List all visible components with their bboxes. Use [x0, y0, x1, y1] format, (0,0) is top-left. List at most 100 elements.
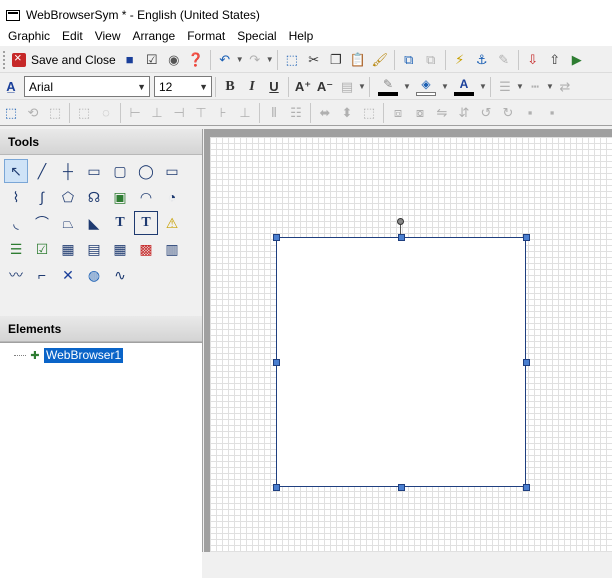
- chord-tool-icon[interactable]: ◟: [4, 211, 28, 235]
- resize-handle-middle-left[interactable]: [273, 359, 280, 366]
- pointer-tool-icon[interactable]: ↖: [4, 159, 28, 183]
- list-tool-icon[interactable]: ☰: [4, 237, 28, 261]
- rounded-rectangle-tool-icon[interactable]: ▢: [108, 159, 132, 183]
- tree-item-webbrowser1[interactable]: ✚ WebBrowser1: [0, 347, 202, 364]
- align-left-icon[interactable]: ⊢: [124, 102, 146, 124]
- same-height-icon[interactable]: ⬍: [336, 102, 358, 124]
- same-width-icon[interactable]: ⬌: [314, 102, 336, 124]
- undo-dropdown-icon[interactable]: ▼: [236, 55, 244, 64]
- italic-button[interactable]: I: [241, 76, 263, 98]
- zoom-select-icon[interactable]: ⬚: [44, 102, 66, 124]
- resize-handle-bottom-middle[interactable]: [398, 484, 405, 491]
- line-tool-icon[interactable]: ╱: [30, 159, 54, 183]
- text-tool-icon[interactable]: T: [108, 211, 132, 235]
- image-tool-icon[interactable]: ▣: [108, 185, 132, 209]
- align-middle-icon[interactable]: ⊦: [212, 102, 234, 124]
- export-icon[interactable]: ⇧: [544, 49, 566, 71]
- select-mode-icon[interactable]: ⬚: [0, 102, 22, 124]
- fill-color-button[interactable]: ◈: [411, 76, 441, 98]
- flip-vertical-icon[interactable]: ⇵: [453, 102, 475, 124]
- arc-tool-icon[interactable]: ◠: [134, 185, 158, 209]
- copy-icon[interactable]: ❐: [325, 49, 347, 71]
- cut-icon[interactable]: ✂: [303, 49, 325, 71]
- resize-handle-middle-right[interactable]: [523, 359, 530, 366]
- resize-handle-top-left[interactable]: [273, 234, 280, 241]
- button-tool-icon[interactable]: ▭: [160, 159, 184, 183]
- curve-tool-icon[interactable]: ∫: [30, 185, 54, 209]
- edit-points-icon[interactable]: ✎: [493, 49, 515, 71]
- more-tools-icon[interactable]: ▪: [519, 102, 541, 124]
- resize-handle-top-right[interactable]: [523, 234, 530, 241]
- bold-button[interactable]: B: [219, 76, 241, 98]
- font-style-icon[interactable]: A̲: [0, 76, 22, 98]
- import-icon[interactable]: ⇩: [522, 49, 544, 71]
- same-size-icon[interactable]: ⬚: [358, 102, 380, 124]
- grid-tool-icon[interactable]: ▩: [134, 237, 158, 261]
- menu-view[interactable]: View: [89, 27, 127, 46]
- align-right-icon[interactable]: ⊣: [168, 102, 190, 124]
- menu-special[interactable]: Special: [231, 27, 282, 46]
- text-box-tool-icon[interactable]: T: [134, 211, 158, 235]
- bring-to-front-icon[interactable]: ⧈: [387, 102, 409, 124]
- align-top-icon[interactable]: ⊤: [190, 102, 212, 124]
- menu-arrange[interactable]: Arrange: [127, 27, 182, 46]
- wave-tool-icon[interactable]: 〰: [4, 263, 28, 287]
- align-bottom-icon[interactable]: ⊥: [234, 102, 256, 124]
- toolbar-grip[interactable]: [2, 49, 6, 70]
- snap-icon[interactable]: ▪: [541, 102, 563, 124]
- save-and-close-button[interactable]: Save and Close: [9, 49, 119, 71]
- align-text-icon[interactable]: ▤: [336, 76, 358, 98]
- help-icon[interactable]: ❓: [185, 49, 207, 71]
- menu-help[interactable]: Help: [283, 27, 320, 46]
- rectangle-tool-icon[interactable]: ▭: [82, 159, 106, 183]
- group-shapes-icon[interactable]: ⬚: [73, 102, 95, 124]
- line-style-icon[interactable]: ┅: [524, 76, 546, 98]
- rotation-handle[interactable]: [397, 218, 404, 225]
- check-syntax-icon[interactable]: ☑: [141, 49, 163, 71]
- underline-button[interactable]: U: [263, 76, 285, 98]
- symbol-warning-tool-icon[interactable]: ⚠: [160, 211, 184, 235]
- ellipse-tool-icon[interactable]: ◯: [134, 159, 158, 183]
- sine-wave-tool-icon[interactable]: ∿: [108, 263, 132, 287]
- save-icon[interactable]: ■: [119, 49, 141, 71]
- distribute-vertical-icon[interactable]: ☷: [285, 102, 307, 124]
- web-browser-element[interactable]: [276, 237, 526, 487]
- resize-handle-top-middle[interactable]: [398, 234, 405, 241]
- pie-tool-icon[interactable]: ◔: [160, 185, 184, 209]
- value-tool-icon[interactable]: ▤: [82, 237, 106, 261]
- format-painter-icon[interactable]: 🖌: [369, 49, 391, 71]
- menu-graphic[interactable]: Graphic: [2, 27, 56, 46]
- drawing-canvas[interactable]: [210, 137, 612, 552]
- line-width-icon[interactable]: ☰: [494, 76, 516, 98]
- fill-color-dropdown-icon[interactable]: ▼: [441, 82, 449, 91]
- polyline-tool-icon[interactable]: ⌇: [4, 185, 28, 209]
- table-tool-icon[interactable]: ▦: [108, 237, 132, 261]
- rotate-icon[interactable]: ⟲: [22, 102, 44, 124]
- undo-icon[interactable]: ↶: [214, 49, 236, 71]
- tree-item-label[interactable]: WebBrowser1: [44, 348, 124, 363]
- legend-tool-icon[interactable]: ▥: [160, 237, 184, 261]
- redo-icon[interactable]: ↷: [244, 49, 266, 71]
- text-color-dropdown-icon[interactable]: ▼: [479, 82, 487, 91]
- flip-horizontal-icon[interactable]: ⇋: [431, 102, 453, 124]
- redo-dropdown-icon[interactable]: ▼: [266, 55, 274, 64]
- menu-format[interactable]: Format: [181, 27, 231, 46]
- ungroup-icon[interactable]: ⧉: [420, 49, 442, 71]
- font-name-combo[interactable]: Arial ▼: [24, 76, 150, 97]
- rotate-left-icon[interactable]: ↺: [475, 102, 497, 124]
- paste-icon[interactable]: 📋: [347, 49, 369, 71]
- anchor-icon[interactable]: ⚓: [471, 49, 493, 71]
- arrow-style-icon[interactable]: ⇄: [554, 76, 576, 98]
- send-to-back-icon[interactable]: ⧇: [409, 102, 431, 124]
- ungroup-shapes-icon[interactable]: ◌: [95, 102, 117, 124]
- rotate-right-icon[interactable]: ↻: [497, 102, 519, 124]
- crosshair-tool-icon[interactable]: ┼: [56, 159, 80, 183]
- line-width-dropdown-icon[interactable]: ▼: [516, 82, 524, 91]
- arc-open-tool-icon[interactable]: ⌒: [30, 211, 54, 235]
- connect-icon[interactable]: ⚡: [449, 49, 471, 71]
- line-style-dropdown-icon[interactable]: ▼: [546, 82, 554, 91]
- disc-icon[interactable]: ◉: [163, 49, 185, 71]
- polygon-tool-icon[interactable]: ⬠: [56, 185, 80, 209]
- font-size-combo[interactable]: 12 ▼: [154, 76, 212, 97]
- wedge-tool-icon[interactable]: ◣: [82, 211, 106, 235]
